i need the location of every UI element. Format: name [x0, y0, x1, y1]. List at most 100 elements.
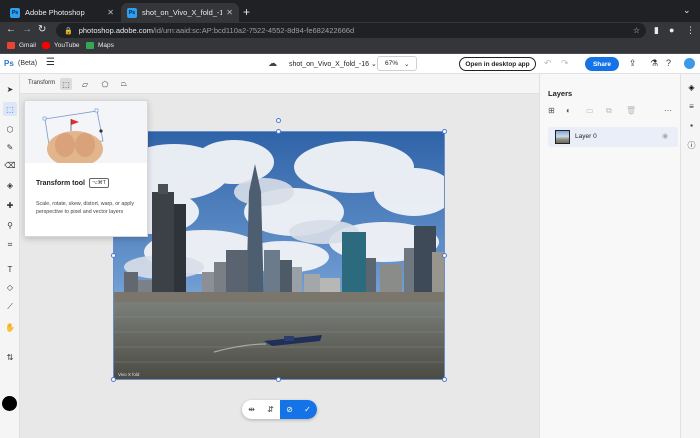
- tool-options-label: Transform: [28, 80, 56, 86]
- sidepanel-icon[interactable]: ▮: [654, 25, 659, 36]
- layers-rail-icon[interactable]: ◈: [686, 82, 697, 93]
- handle-bottom[interactable]: [276, 377, 281, 382]
- canvas-image[interactable]: Vivo X fold: [113, 131, 445, 380]
- browser-tab-bar: Ps Adobe Photoshop ✕ Ps shot_on_Vivo_X_f…: [0, 0, 700, 22]
- close-tab-icon[interactable]: ✕: [226, 8, 233, 17]
- paint-bucket-icon[interactable]: ◈: [3, 178, 17, 192]
- avatar[interactable]: [684, 58, 695, 69]
- handle-bottom-left[interactable]: [111, 377, 116, 382]
- transform-illustration: [25, 101, 147, 163]
- tab-document[interactable]: Ps shot_on_Vivo_X_fold_-16 - Ad ✕: [121, 3, 239, 22]
- undo-icon[interactable]: ↶: [544, 58, 552, 69]
- eyedropper-icon[interactable]: ⟋: [3, 300, 17, 314]
- bookmark-label: YouTube: [54, 42, 80, 49]
- comments-rail-icon[interactable]: ▪: [686, 120, 697, 131]
- type-tool-icon[interactable]: T: [3, 262, 17, 276]
- move-tool-icon[interactable]: ➤: [3, 82, 17, 96]
- back-icon[interactable]: ←: [6, 24, 16, 35]
- photoshop-header: Ps (Beta) ☰ ☁ shot_on_Vivo_X_fold_-16 ⌄ …: [0, 54, 700, 74]
- shapes-tool-icon[interactable]: ◇: [3, 280, 17, 294]
- close-tab-icon[interactable]: ✕: [107, 8, 114, 17]
- reload-icon[interactable]: ↻: [38, 24, 46, 35]
- rotate-handle[interactable]: [276, 118, 281, 123]
- delete-layer-icon[interactable]: 🗑: [626, 106, 636, 115]
- crop-tool-icon[interactable]: ⌗: [3, 238, 17, 252]
- photoshop-logo[interactable]: Ps: [4, 59, 14, 68]
- flip-vertical-icon[interactable]: ⇵: [261, 400, 280, 419]
- tooltip-title: Transform tool: [36, 180, 86, 187]
- hand-tool-icon[interactable]: ✋: [3, 320, 17, 334]
- bookmark-gmail[interactable]: Gmail: [7, 42, 36, 49]
- layer-row[interactable]: Layer 0 ◉: [548, 127, 678, 147]
- mask-icon[interactable]: ▭: [586, 106, 594, 115]
- tab-title: shot_on_Vivo_X_fold_-16 - Ad: [142, 8, 223, 17]
- tab-adobe-photoshop[interactable]: Ps Adobe Photoshop ✕: [4, 3, 120, 22]
- lock-icon: 🔒: [64, 27, 73, 35]
- document-name-dropdown[interactable]: shot_on_Vivo_X_fold_-16 ⌄: [289, 60, 377, 68]
- handle-left[interactable]: [111, 253, 116, 258]
- bookmark-label: Maps: [98, 42, 114, 49]
- new-tab-icon[interactable]: +: [243, 5, 250, 19]
- info-rail-icon[interactable]: ⓘ: [686, 140, 697, 151]
- visibility-eye-icon[interactable]: ◉: [662, 132, 668, 140]
- redo-icon[interactable]: ↷: [561, 58, 569, 69]
- url-input[interactable]: 🔒 photoshop.adobe.com /id/urn:aaid:sc:AP…: [56, 23, 646, 38]
- adjustment-layer-icon[interactable]: ◐: [566, 106, 571, 115]
- handle-right[interactable]: [442, 253, 447, 258]
- healing-brush-icon[interactable]: ✚: [3, 198, 17, 212]
- skew-icon[interactable]: ▱: [79, 78, 91, 90]
- transform-tool-tooltip: Transform tool ⌥⌘T Scale, rotate, skew, …: [24, 100, 148, 237]
- clone-stamp-icon[interactable]: ⚲: [3, 218, 17, 232]
- handle-top[interactable]: [276, 129, 281, 134]
- cancel-transform-icon[interactable]: ⊘: [280, 400, 299, 419]
- url-path: /id/urn:aaid:sc:AP:bcd110a2-7522-4552-8d…: [152, 26, 355, 35]
- zoom-dropdown[interactable]: 67% ⌄: [377, 56, 417, 71]
- foreground-color-swatch[interactable]: [2, 396, 17, 411]
- clipping-mask-icon[interactable]: ⧉: [606, 106, 612, 116]
- layer-thumbnail: [555, 130, 570, 144]
- handle-top-right[interactable]: [442, 129, 447, 134]
- menu-kebab-icon[interactable]: ⋮: [686, 25, 695, 36]
- chevron-down-icon: ⌄: [404, 60, 410, 68]
- labs-flask-icon[interactable]: ⚗: [650, 58, 658, 69]
- flip-horizontal-icon[interactable]: ⇹: [242, 400, 261, 419]
- bookmark-star-icon[interactable]: ☆: [633, 26, 640, 35]
- beta-label: (Beta): [18, 60, 38, 67]
- photo-watermark: Vivo X fold: [118, 372, 140, 377]
- more-options-icon[interactable]: ⋯: [664, 106, 672, 115]
- bookmark-youtube[interactable]: YouTube: [42, 42, 80, 49]
- tooltip-description: Scale, rotate, skew, distort, warp, or a…: [36, 201, 135, 215]
- tab-search-icon[interactable]: ⌄: [683, 5, 691, 16]
- chevron-down-icon: ⌄: [371, 61, 377, 68]
- share-button[interactable]: Share: [585, 57, 619, 71]
- forward-icon[interactable]: →: [22, 24, 32, 35]
- bookmark-maps[interactable]: Maps: [86, 42, 114, 49]
- swap-colors-icon[interactable]: ⇅: [3, 350, 17, 364]
- bookmark-label: Gmail: [19, 42, 36, 49]
- help-icon[interactable]: ?: [666, 58, 671, 68]
- handle-bottom-right[interactable]: [442, 377, 447, 382]
- maps-icon: [86, 42, 94, 49]
- upload-icon[interactable]: ⇪: [629, 58, 637, 69]
- properties-rail-icon[interactable]: ≡: [686, 101, 697, 112]
- eraser-tool-icon[interactable]: ⌫: [3, 158, 17, 172]
- photoshop-favicon-icon: Ps: [10, 7, 20, 18]
- perspective-icon[interactable]: ⏢: [118, 78, 130, 90]
- transform-tool-icon[interactable]: ⬚: [3, 102, 17, 116]
- layer-name: Layer 0: [575, 133, 597, 140]
- tool-options-bar: Transform ⬚ ▱ ⬠ ⏢: [20, 74, 539, 94]
- add-layer-icon[interactable]: ⊞: [548, 106, 555, 115]
- hamburger-menu-icon[interactable]: ☰: [46, 57, 55, 68]
- free-transform-icon[interactable]: ⬚: [60, 78, 72, 90]
- city-skyline-photo: [114, 132, 444, 379]
- profile-icon[interactable]: ●: [669, 25, 674, 35]
- zoom-value: 67%: [385, 60, 399, 67]
- confirm-transform-icon[interactable]: ✓: [298, 400, 317, 419]
- distort-icon[interactable]: ⬠: [99, 78, 111, 90]
- document-name: shot_on_Vivo_X_fold_-16: [289, 61, 370, 68]
- open-in-desktop-button[interactable]: Open in desktop app: [459, 57, 536, 71]
- brush-tool-icon[interactable]: ✎: [3, 140, 17, 154]
- photoshop-favicon-icon: Ps: [127, 7, 137, 18]
- left-toolbar: ➤ ⬚ ⬡ ✎ ⌫ ◈ ✚ ⚲ ⌗ T ◇ ⟋ ✋ ⇅: [0, 74, 20, 438]
- selection-tool-icon[interactable]: ⬡: [3, 122, 17, 136]
